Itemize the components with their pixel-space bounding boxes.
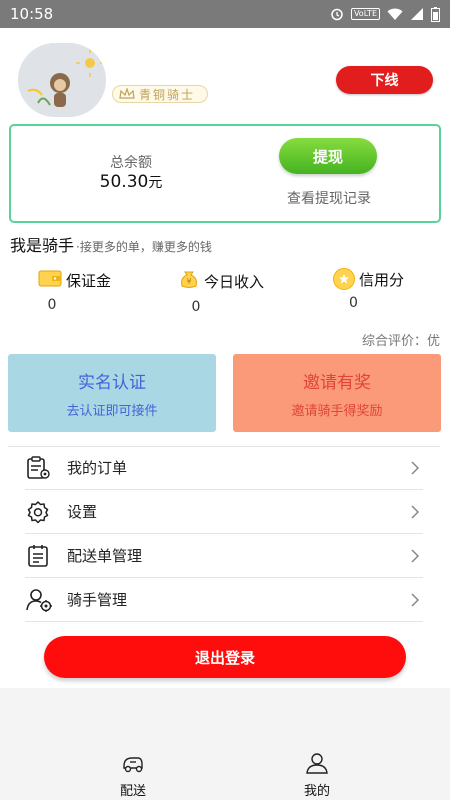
stat-deposit[interactable]: 保证金 0 (38, 268, 111, 313)
alarm-icon (330, 7, 344, 21)
tab-label: 我的 (303, 784, 330, 799)
balance-amount: 50.30元 (71, 172, 191, 192)
logout-button[interactable]: 退出登录 (44, 636, 406, 678)
withdraw-button[interactable]: 提现 (279, 138, 377, 174)
bottom-tab-bar: 配送 我的 (0, 748, 450, 800)
menu-item-settings[interactable]: 设置 (25, 490, 423, 534)
avatar[interactable] (18, 43, 106, 117)
menu-label: 设置 (67, 503, 98, 521)
status-time: 10:58 (10, 5, 54, 23)
menu-list: 我的订单 设置 配送单管理 骑手管理 (25, 446, 423, 622)
wifi-icon (387, 8, 403, 21)
invite-title: 邀请有奖 (303, 372, 371, 393)
go-offline-button[interactable]: 下线 (336, 66, 433, 94)
invite-subtitle: 邀请骑手得奖励 (291, 403, 383, 419)
profile-header: 青铜骑士 下线 (0, 28, 450, 120)
stat-value: 0 (47, 297, 57, 313)
crown-icon (119, 85, 135, 104)
menu-label: 骑手管理 (67, 591, 128, 609)
stats-row: 保证金 0 ¥ 今日收入 0 信用分 0 (0, 268, 450, 318)
chevron-right-icon (407, 504, 423, 520)
balance-label: 总余额 (110, 155, 152, 171)
signal-icon (410, 7, 424, 21)
chevron-right-icon (407, 548, 423, 564)
overall-rating: 综合评价：优 (361, 334, 440, 349)
credit-coin-icon (333, 268, 355, 290)
withdraw-record-link[interactable]: 查看提现记录 (259, 188, 399, 208)
stat-today-income[interactable]: ¥ 今日收入 0 (178, 268, 264, 315)
balance-card: 总余额 50.30元 提现 查看提现记录 (9, 124, 441, 223)
rider-title: 我是骑手 (10, 236, 75, 255)
stat-label: 信用分 (359, 270, 405, 289)
battery-icon (431, 6, 440, 22)
stat-value: 0 (191, 299, 201, 315)
delivery-list-icon (25, 543, 59, 569)
stat-label: 今日收入 (204, 272, 265, 291)
menu-label: 我的订单 (67, 459, 128, 477)
chevron-right-icon (407, 592, 423, 608)
delivery-tab-icon (120, 752, 146, 778)
rank-badge: 青铜骑士 (112, 85, 208, 103)
rider-subtitle: ·接更多的单，赚更多的钱 (76, 240, 212, 254)
menu-label: 配送单管理 (67, 547, 143, 565)
balance-value: 50.30 (99, 172, 149, 192)
stat-label: 保证金 (66, 271, 112, 290)
tab-label: 配送 (119, 784, 146, 799)
verify-subtitle: 去认证即可接件 (66, 403, 158, 419)
rider-section-title: 我是骑手 ·接更多的单，赚更多的钱 (10, 232, 212, 256)
wallet-icon (38, 268, 62, 292)
rank-label: 青铜骑士 (139, 87, 196, 102)
tab-mine[interactable]: 我的 (287, 752, 347, 799)
profile-page: 青铜骑士 下线 总余额 50.30元 提现 查看提现记录 我是骑手 ·接更多的单… (0, 28, 450, 688)
profile-tab-icon (304, 752, 330, 778)
status-bar: 10:58 VoLTE (0, 0, 450, 28)
invite-reward-tile[interactable]: 邀请有奖 邀请骑手得奖励 (233, 354, 441, 432)
menu-item-my-orders[interactable]: 我的订单 (25, 446, 423, 490)
stat-value: 0 (349, 295, 358, 311)
svg-text:¥: ¥ (186, 277, 191, 286)
volte-icon: VoLTE (350, 8, 380, 20)
order-clipboard-icon (25, 455, 59, 481)
rider-settings-icon (25, 587, 59, 613)
balance-unit: 元 (148, 175, 163, 191)
verify-title: 实名认证 (78, 372, 146, 393)
menu-item-delivery-management[interactable]: 配送单管理 (25, 534, 423, 578)
gear-icon (25, 499, 59, 525)
status-icons: VoLTE (330, 6, 440, 22)
stat-credit-score[interactable]: 信用分 0 (333, 268, 404, 311)
money-bag-icon: ¥ (178, 268, 200, 294)
real-name-verify-tile[interactable]: 实名认证 去认证即可接件 (8, 354, 216, 432)
chevron-right-icon (407, 460, 423, 476)
tab-delivery[interactable]: 配送 (103, 752, 163, 799)
menu-item-rider-management[interactable]: 骑手管理 (25, 578, 423, 622)
